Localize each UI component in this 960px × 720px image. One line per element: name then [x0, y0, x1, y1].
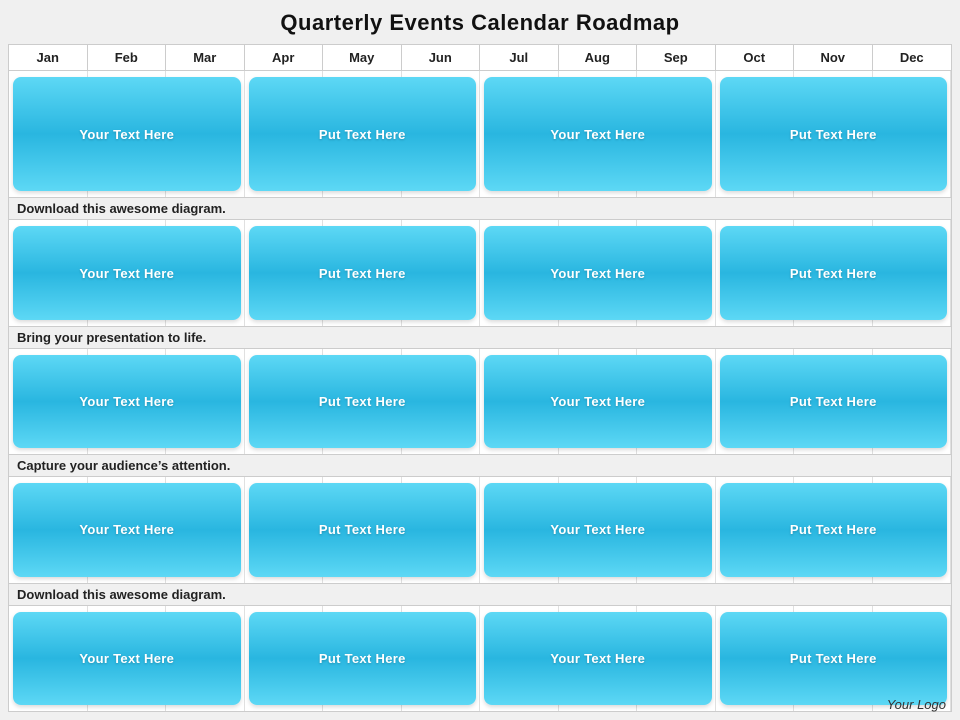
event-row-4: Your Text HerePut Text HereYour Text Her… [8, 605, 952, 712]
event-block-r1-e2[interactable]: Your Text Here [484, 226, 712, 319]
event-block-r1-e3[interactable]: Put Text Here [720, 226, 948, 319]
event-block-r4-e0[interactable]: Your Text Here [13, 612, 241, 705]
month-cell-aug: Aug [559, 45, 638, 70]
row-label-2: Bring your presentation to life. [8, 327, 952, 348]
row-label-3: Capture your audience’s attention. [8, 455, 952, 476]
row-group-2: Bring your presentation to life.Your Tex… [8, 327, 952, 455]
event-row-2: Your Text HerePut Text HereYour Text Her… [8, 348, 952, 455]
event-row-0: Your Text HerePut Text HereYour Text Her… [8, 70, 952, 198]
month-cell-oct: Oct [716, 45, 795, 70]
event-block-r4-e3[interactable]: Put Text Here [720, 612, 948, 705]
page: Quarterly Events Calendar Roadmap JanFeb… [0, 0, 960, 720]
event-block-r0-e1[interactable]: Put Text Here [249, 77, 477, 191]
event-block-r3-e0[interactable]: Your Text Here [13, 483, 241, 576]
event-block-r1-e1[interactable]: Put Text Here [249, 226, 477, 319]
month-cell-mar: Mar [166, 45, 245, 70]
month-cell-sep: Sep [637, 45, 716, 70]
event-block-r2-e1[interactable]: Put Text Here [249, 355, 477, 448]
month-header: JanFebMarAprMayJunJulAugSepOctNovDec [8, 44, 952, 70]
calendar-grid: JanFebMarAprMayJunJulAugSepOctNovDec You… [8, 44, 952, 712]
row-group-1: Download this awesome diagram.Your Text … [8, 198, 952, 326]
event-row-1: Your Text HerePut Text HereYour Text Her… [8, 219, 952, 326]
month-cell-jan: Jan [9, 45, 88, 70]
event-block-r2-e3[interactable]: Put Text Here [720, 355, 948, 448]
month-cell-jul: Jul [480, 45, 559, 70]
page-title: Quarterly Events Calendar Roadmap [8, 10, 952, 36]
event-block-r1-e0[interactable]: Your Text Here [13, 226, 241, 319]
month-cell-nov: Nov [794, 45, 873, 70]
month-cell-feb: Feb [88, 45, 167, 70]
event-block-r3-e1[interactable]: Put Text Here [249, 483, 477, 576]
row-label-1: Download this awesome diagram. [8, 198, 952, 219]
logo: Your Logo [887, 697, 946, 712]
event-row-3: Your Text HerePut Text HereYour Text Her… [8, 476, 952, 583]
event-block-r4-e1[interactable]: Put Text Here [249, 612, 477, 705]
event-block-r3-e2[interactable]: Your Text Here [484, 483, 712, 576]
row-group-0: Your Text HerePut Text HereYour Text Her… [8, 70, 952, 198]
row-group-3: Capture your audience’s attention.Your T… [8, 455, 952, 583]
row-label-4: Download this awesome diagram. [8, 584, 952, 605]
row-group-4: Download this awesome diagram.Your Text … [8, 584, 952, 712]
event-block-r2-e2[interactable]: Your Text Here [484, 355, 712, 448]
month-cell-jun: Jun [402, 45, 481, 70]
month-cell-dec: Dec [873, 45, 952, 70]
month-cell-may: May [323, 45, 402, 70]
event-block-r0-e3[interactable]: Put Text Here [720, 77, 948, 191]
event-block-r0-e2[interactable]: Your Text Here [484, 77, 712, 191]
event-block-r3-e3[interactable]: Put Text Here [720, 483, 948, 576]
month-cell-apr: Apr [245, 45, 324, 70]
event-block-r4-e2[interactable]: Your Text Here [484, 612, 712, 705]
event-block-r2-e0[interactable]: Your Text Here [13, 355, 241, 448]
event-block-r0-e0[interactable]: Your Text Here [13, 77, 241, 191]
